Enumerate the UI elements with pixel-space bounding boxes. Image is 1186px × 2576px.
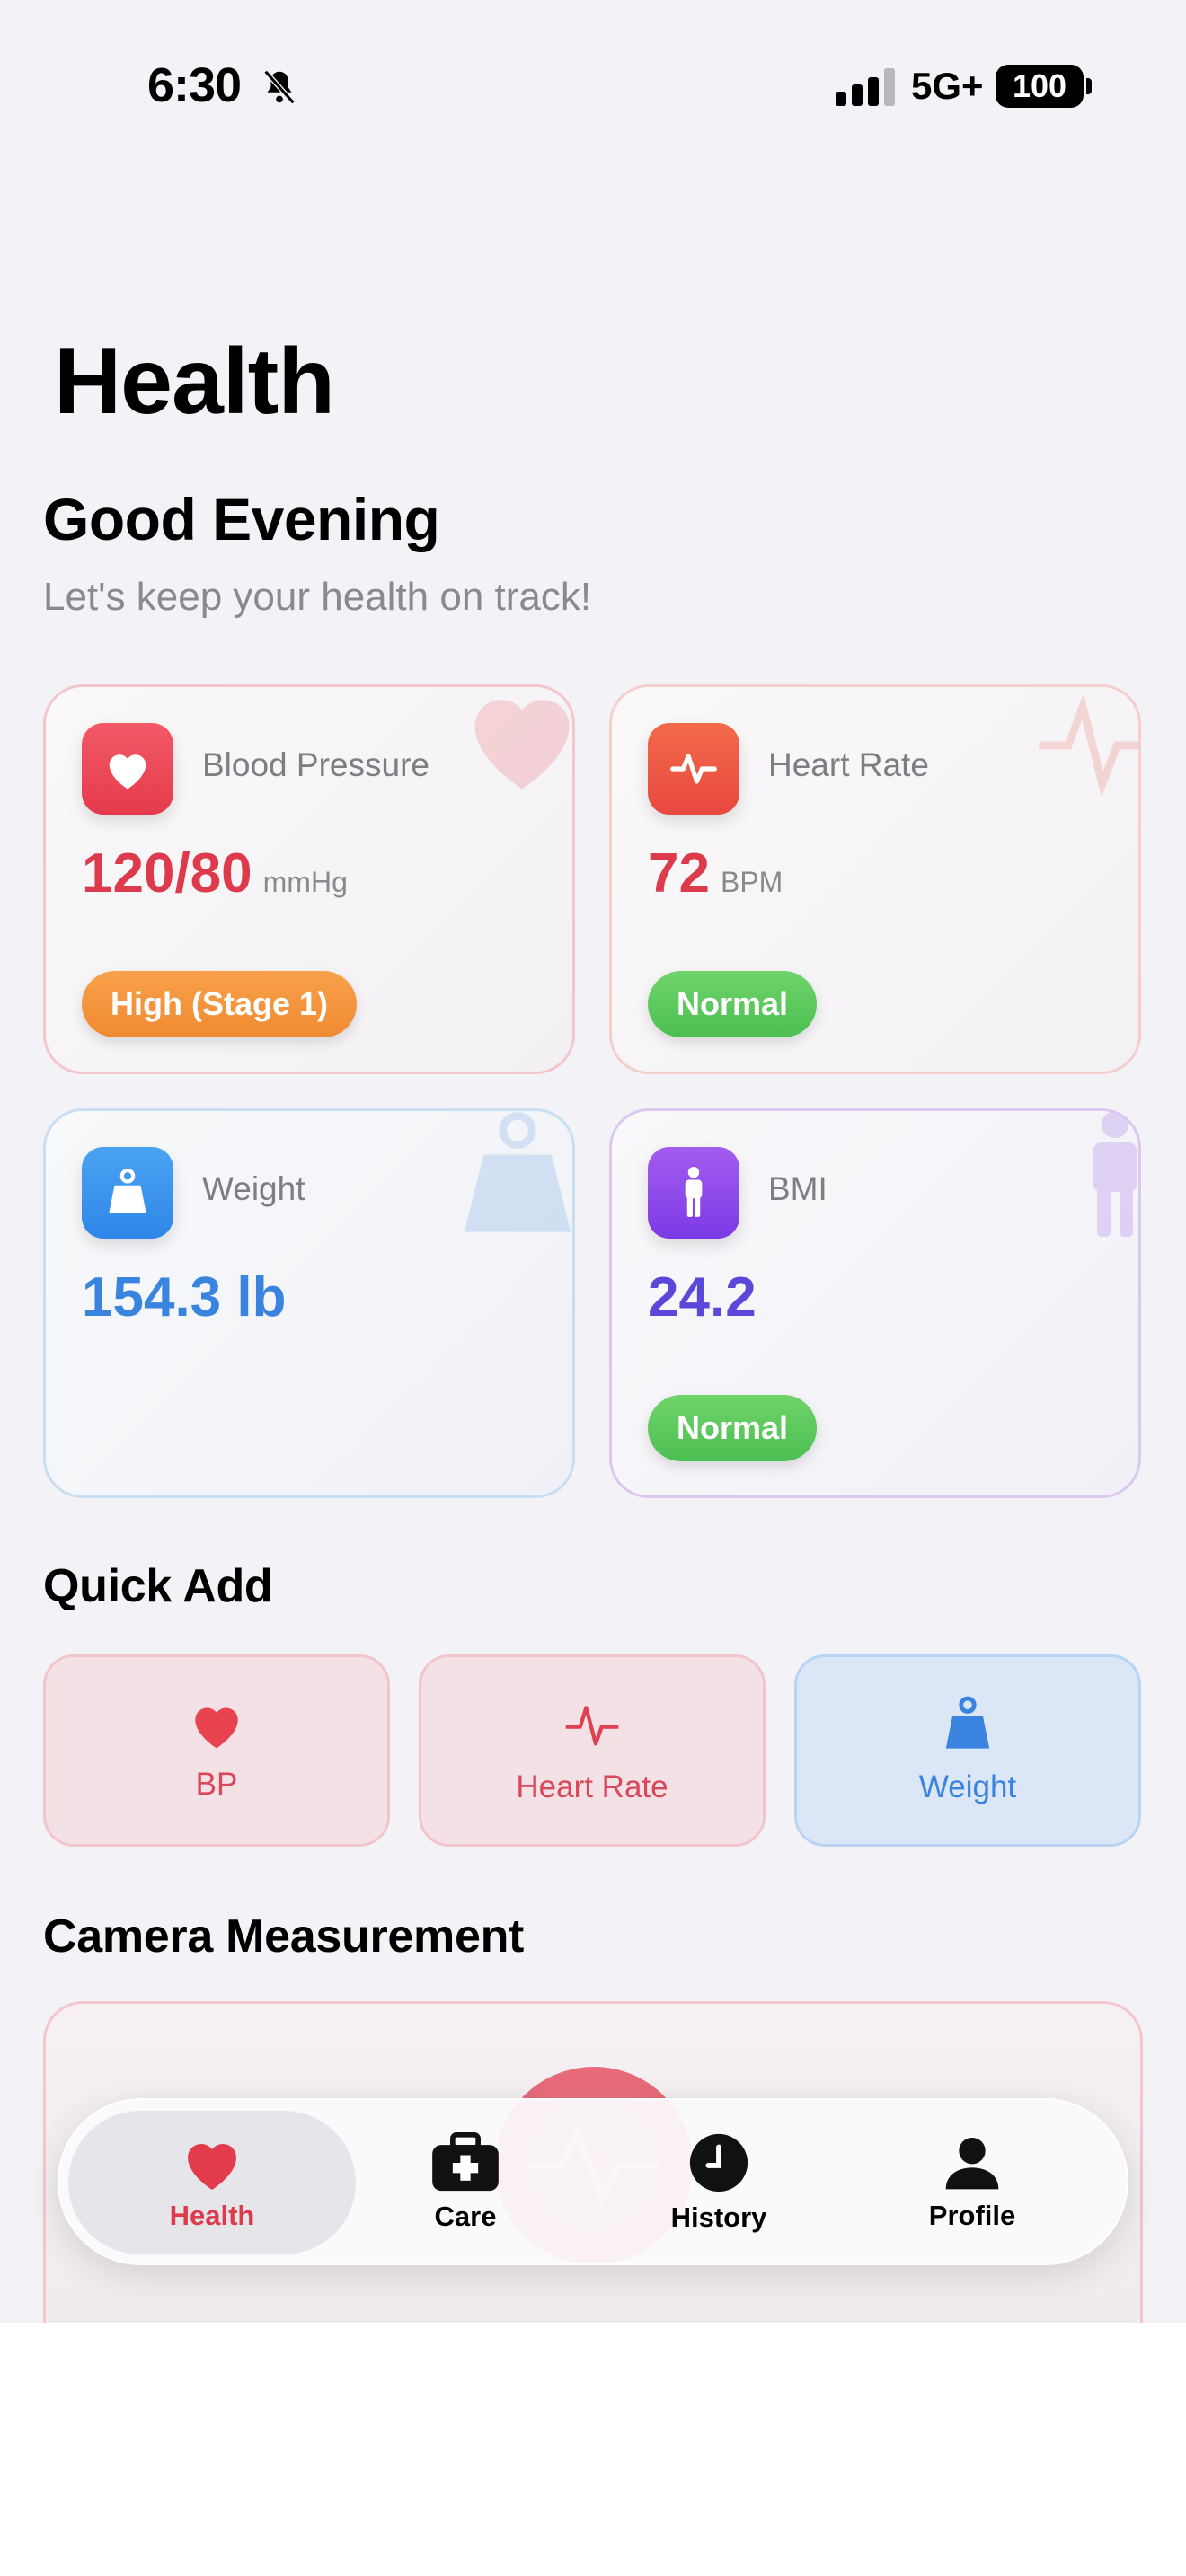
weight-watermark-icon [464, 1112, 571, 1232]
weight-icon [945, 1696, 990, 1749]
medkit-icon [432, 2132, 499, 2192]
pulse-watermark-icon [1039, 693, 1138, 798]
battery-icon: 100 [996, 65, 1092, 108]
quick-add-bp-button[interactable]: BP [43, 1654, 390, 1847]
weight-card[interactable]: Weight 154.3 lb [43, 1108, 575, 1498]
tab-history[interactable]: History [575, 2111, 863, 2254]
heart-watermark-icon [474, 700, 570, 790]
person-watermark-icon [1093, 1111, 1137, 1237]
card-label: Heart Rate [768, 746, 929, 783]
value-text: 72 [648, 842, 710, 904]
camera-measurement-title: Camera Measurement [43, 1910, 525, 1963]
signal-icon [836, 68, 895, 106]
heart-rate-value: 72 BPM [648, 842, 783, 905]
clock-icon [689, 2133, 748, 2192]
card-label: Weight [202, 1170, 305, 1207]
heart-icon [82, 723, 173, 815]
card-label: Blood Pressure [202, 746, 429, 783]
status-badge: High (Stage 1) [82, 971, 358, 1037]
bottom-safe-area [0, 2323, 1186, 2576]
tab-label: Profile [928, 2200, 1016, 2231]
bmi-card[interactable]: BMI 24.2 Normal [609, 1108, 1141, 1498]
bell-slash-icon [263, 69, 296, 105]
status-badge: Normal [648, 971, 818, 1037]
blood-pressure-card[interactable]: Blood Pressure 120/80 mmHg High (Stage 1) [43, 684, 575, 1074]
pulse-icon [648, 723, 739, 815]
bmi-value: 24.2 [648, 1266, 757, 1328]
quick-add-title: Quick Add [43, 1560, 273, 1612]
card-label: BMI [768, 1170, 828, 1207]
greeting: Good Evening [43, 486, 440, 552]
quick-add-label: BP [195, 1767, 238, 1802]
quick-add-label: Weight [918, 1769, 1017, 1804]
pulse-icon [565, 1706, 619, 1746]
page-title: Health [54, 330, 335, 434]
heart-icon [195, 1707, 238, 1749]
heart-rate-card[interactable]: Heart Rate 72 BPM Normal [609, 684, 1141, 1074]
quick-add-label: Heart Rate [516, 1769, 668, 1804]
tab-health[interactable]: Health [68, 2111, 356, 2254]
network-type: 5G+ [911, 65, 984, 107]
tab-label: Care [434, 2201, 497, 2232]
weight-value: 154.3 lb [82, 1266, 287, 1328]
tab-label: Health [169, 2200, 255, 2231]
status-time: 6:30 [147, 58, 242, 112]
tab-profile[interactable]: Profile [828, 2111, 1116, 2254]
heart-icon [188, 2144, 236, 2190]
value-text: 120/80 [82, 842, 252, 904]
status-badge: Normal [648, 1395, 818, 1461]
weight-icon [82, 1147, 173, 1239]
quick-add-heart-rate-button[interactable]: Heart Rate [419, 1654, 766, 1847]
unit-text: BPM [720, 866, 783, 898]
tab-label: History [670, 2201, 767, 2233]
subtitle: Let's keep your health on track! [43, 575, 592, 619]
unit-text: mmHg [262, 866, 348, 898]
person-icon [648, 1147, 739, 1239]
blood-pressure-value: 120/80 mmHg [82, 842, 348, 905]
quick-add-weight-button[interactable]: Weight [794, 1654, 1141, 1847]
tab-care[interactable]: Care [322, 2111, 609, 2254]
tab-bar: Health Care History Profile [58, 2098, 1128, 2265]
person-icon [945, 2138, 999, 2190]
